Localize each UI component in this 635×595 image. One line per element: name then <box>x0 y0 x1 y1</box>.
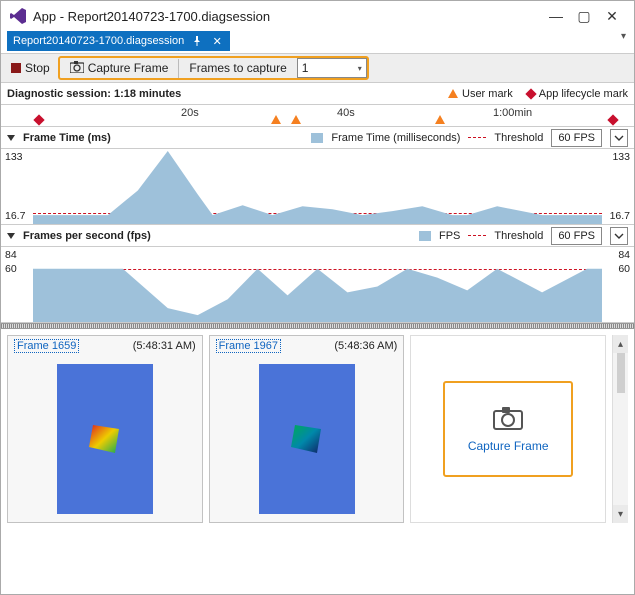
close-tab-icon[interactable]: ✕ <box>210 34 224 48</box>
pin-icon[interactable] <box>190 34 204 48</box>
frame-name[interactable]: Frame 1659 <box>14 339 79 353</box>
fps-dropdown-button[interactable] <box>610 129 628 147</box>
frame-time: (5:48:36 AM) <box>334 340 397 352</box>
camera-icon <box>493 406 523 433</box>
maximize-button[interactable]: ▢ <box>570 2 598 30</box>
frame-thumbnail-card[interactable]: Frame 1967 (5:48:36 AM) <box>209 335 405 523</box>
lifecycle-mark <box>33 114 44 125</box>
y-label: 16.7 <box>610 210 630 222</box>
threshold-swatch <box>468 235 486 236</box>
y-label: 84 <box>5 249 17 261</box>
vertical-scrollbar[interactable]: ▴ ▾ <box>612 335 628 523</box>
document-tab-row: Report20140723-1700.diagsession ✕ ▾ <box>1 31 634 53</box>
timeline-ruler[interactable]: 20s 40s 1:00min <box>1 105 634 127</box>
fps-header: Frames per second (fps) FPS Threshold 60… <box>1 225 634 247</box>
session-info-row: Diagnostic session: 1:18 minutes User ma… <box>1 83 634 105</box>
user-mark <box>435 115 445 124</box>
series-label: FPS <box>439 230 460 242</box>
y-label: 84 <box>618 249 630 261</box>
lifecycle-mark-legend: App lifecycle mark <box>527 88 628 100</box>
document-tab-label: Report20140723-1700.diagsession <box>13 35 184 47</box>
y-label: 60 <box>5 263 17 275</box>
frame-time-chart[interactable]: 133 133 16.7 16.7 <box>1 149 634 225</box>
capture-frame-tile[interactable]: Capture Frame <box>410 335 606 523</box>
toolbar: Stop Capture Frame Frames to capture 1 ▾ <box>1 53 634 83</box>
scroll-up-icon[interactable]: ▴ <box>613 335 628 353</box>
y-label: 16.7 <box>5 210 25 222</box>
document-tab[interactable]: Report20140723-1700.diagsession ✕ <box>7 31 230 51</box>
frame-thumbnail <box>259 364 355 514</box>
frames-to-capture-input[interactable]: 1 ▾ <box>297 58 367 78</box>
session-duration-label: Diagnostic session: 1:18 minutes <box>7 88 181 100</box>
diamond-icon <box>525 88 536 99</box>
stop-button[interactable]: Stop <box>7 59 54 77</box>
series-swatch <box>311 133 323 143</box>
frames-to-capture-label: Frames to capture <box>179 59 296 77</box>
frame-thumbnail <box>57 364 153 514</box>
threshold-label: Threshold <box>494 230 543 242</box>
fps-selector[interactable]: 60 FPS <box>551 227 602 245</box>
frame-time: (5:48:31 AM) <box>133 340 196 352</box>
fps-chart[interactable]: 84 84 60 60 <box>1 247 634 323</box>
triangle-icon <box>448 89 458 98</box>
tab-overflow-icon[interactable]: ▾ <box>621 31 626 42</box>
collapse-icon[interactable] <box>7 135 15 141</box>
capture-toolbar-highlight: Capture Frame Frames to capture 1 ▾ <box>58 56 369 80</box>
fps-title: Frames per second (fps) <box>23 230 151 242</box>
vs-logo-icon <box>9 7 27 25</box>
frame-thumbnail-card[interactable]: Frame 1659 (5:48:31 AM) <box>7 335 203 523</box>
stop-icon <box>11 63 21 73</box>
scroll-thumb[interactable] <box>617 353 625 393</box>
collapse-icon[interactable] <box>7 233 15 239</box>
ruler-tick-label: 1:00min <box>493 107 532 119</box>
stop-label: Stop <box>25 61 50 75</box>
frame-time-header: Frame Time (ms) Frame Time (milliseconds… <box>1 127 634 149</box>
y-label: 60 <box>618 263 630 275</box>
minimize-button[interactable]: — <box>542 2 570 30</box>
ruler-tick-label: 20s <box>181 107 199 119</box>
capture-frame-label: Capture Frame <box>88 61 169 75</box>
captured-frames-panel: Frame 1659 (5:48:31 AM) Frame 1967 (5:48… <box>1 329 634 529</box>
user-mark <box>291 115 301 124</box>
scroll-down-icon[interactable]: ▾ <box>613 505 628 523</box>
threshold-label: Threshold <box>494 132 543 144</box>
window-title: App - Report20140723-1700.diagsession <box>33 9 270 24</box>
frames-to-capture-value: 1 <box>302 61 309 75</box>
titlebar: App - Report20140723-1700.diagsession — … <box>1 1 634 31</box>
lifecycle-mark <box>607 114 618 125</box>
chevron-down-icon: ▾ <box>358 64 362 73</box>
ruler-tick-label: 40s <box>337 107 355 119</box>
user-mark-legend: User mark <box>448 88 513 100</box>
user-mark <box>271 115 281 124</box>
fps-selector[interactable]: 60 FPS <box>551 129 602 147</box>
close-button[interactable]: ✕ <box>598 2 626 30</box>
capture-frame-button[interactable]: Capture Frame <box>60 59 180 78</box>
series-swatch <box>419 231 431 241</box>
frame-name[interactable]: Frame 1967 <box>216 339 281 353</box>
y-label: 133 <box>5 151 23 163</box>
frame-time-title: Frame Time (ms) <box>23 132 111 144</box>
camera-icon <box>70 61 84 76</box>
y-label: 133 <box>612 151 630 163</box>
series-label: Frame Time (milliseconds) <box>331 132 460 144</box>
capture-frame-tile-label: Capture Frame <box>468 439 549 453</box>
fps-dropdown-button[interactable] <box>610 227 628 245</box>
threshold-swatch <box>468 137 486 138</box>
